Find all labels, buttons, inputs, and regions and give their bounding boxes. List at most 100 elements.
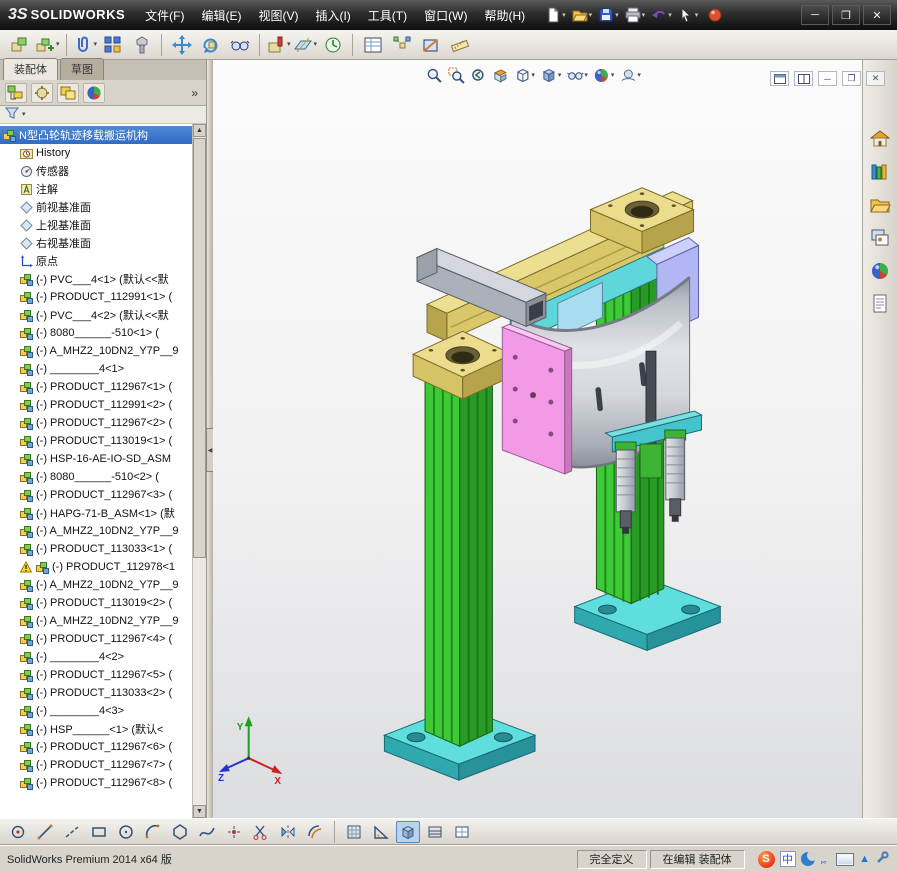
tree-item[interactable]: 传感器 <box>0 162 192 180</box>
tree-item[interactable]: (-) PRODUCT_112978<1 <box>0 558 192 576</box>
tree-item[interactable]: 上视基准面 <box>0 216 192 234</box>
smart-fasteners-button[interactable] <box>128 32 155 58</box>
appearances-scenes-icon[interactable] <box>867 258 894 284</box>
move-component-button[interactable] <box>168 32 195 58</box>
tree-item[interactable]: N型凸轮轨迹移载搬运机构 <box>0 126 192 144</box>
reference-geometry-button[interactable]: ▾ <box>293 35 317 55</box>
new-document-button[interactable]: ▾ <box>543 6 568 24</box>
tree-item[interactable]: (-) ________4<3> <box>0 702 192 720</box>
tray-up-arrow-icon[interactable]: ▲ <box>859 853 870 865</box>
view-orientation-button[interactable]: ▾ <box>512 66 536 85</box>
edit-component-button[interactable] <box>6 32 33 58</box>
arc-tool-button[interactable] <box>141 821 165 843</box>
tab-sketch[interactable]: 草图 <box>60 58 104 80</box>
menu-help[interactable]: 帮助(H) <box>476 3 533 28</box>
apply-scene-button[interactable]: ▾ <box>618 66 642 85</box>
rectangle-tool-button[interactable] <box>87 821 111 843</box>
home-tab-icon[interactable] <box>867 126 894 152</box>
line-tool-button[interactable] <box>33 821 57 843</box>
select-tool-button[interactable]: ▾ <box>676 6 701 24</box>
zoom-to-area-button[interactable] <box>446 66 465 85</box>
tree-item[interactable]: 前视基准面 <box>0 198 192 216</box>
caret-icon[interactable]: ▾ <box>22 111 26 118</box>
hide-show-items-button[interactable]: ▾ <box>565 66 589 85</box>
insert-components-button[interactable]: ▾ <box>35 35 60 55</box>
section-tool-button[interactable] <box>417 32 444 58</box>
mate-button[interactable]: ▾ <box>73 35 97 55</box>
tree-item[interactable]: History <box>0 144 192 162</box>
undo-button[interactable]: ▾ <box>649 6 674 24</box>
displaymanager-tab[interactable] <box>83 82 105 103</box>
file-explorer-icon[interactable] <box>867 192 894 218</box>
tree-item[interactable]: (-) A_MHZ2_10DN2_Y7P__9 <box>0 576 192 594</box>
tree-item[interactable]: (-) PVC___4<1> (默认<<默 <box>0 270 192 288</box>
zoom-to-fit-button[interactable] <box>424 66 443 85</box>
tree-item[interactable]: (-) PRODUCT_112967<5> ( <box>0 666 192 684</box>
tree-item[interactable]: (-) PRODUCT_112991<1> ( <box>0 288 192 306</box>
centerline-tool-button[interactable] <box>60 821 84 843</box>
menu-edit[interactable]: 编辑(E) <box>193 3 249 28</box>
model-pink-plate[interactable] <box>501 323 574 475</box>
punctuation-mode-icon[interactable]: ，。 <box>820 853 832 866</box>
tree-item[interactable]: (-) PRODUCT_112967<3> ( <box>0 486 192 504</box>
offset-entities-button[interactable] <box>303 821 327 843</box>
previous-view-button[interactable] <box>468 66 487 85</box>
tree-item[interactable]: (-) ________4<1> <box>0 360 192 378</box>
section-lines-toggle[interactable] <box>423 821 447 843</box>
tree-item[interactable]: (-) HSP______<1> (默认< <box>0 720 192 738</box>
graphics-viewport[interactable]: Y X Z ▾ ▾ ▾ ▾ ▾ <box>213 60 862 818</box>
restore-document-button[interactable]: ❐ <box>842 71 861 86</box>
spline-tool-button[interactable] <box>195 821 219 843</box>
tray-wrench-icon[interactable] <box>875 850 889 868</box>
tree-item[interactable]: (-) PRODUCT_113019<2> ( <box>0 594 192 612</box>
close-button[interactable]: ✕ <box>863 5 891 25</box>
tree-item[interactable]: (-) HAPG-71-B_ASM<1> (默 <box>0 504 192 522</box>
tree-item[interactable]: (-) PRODUCT_113033<2> ( <box>0 684 192 702</box>
tree-item[interactable]: (-) PRODUCT_112967<2> ( <box>0 414 192 432</box>
filter-funnel-icon[interactable] <box>4 107 20 122</box>
point-tool-button[interactable] <box>222 821 246 843</box>
tree-item[interactable]: (-) PRODUCT_112967<4> ( <box>0 630 192 648</box>
tree-item[interactable]: (-) PRODUCT_112967<6> ( <box>0 738 192 756</box>
tree-scrollbar[interactable]: ▲ ▼ <box>192 124 206 818</box>
split-window-icon[interactable] <box>794 71 813 86</box>
moon-mode-icon[interactable] <box>800 852 815 866</box>
tree-item[interactable]: 原点 <box>0 252 192 270</box>
tree-item[interactable]: (-) ________4<2> <box>0 648 192 666</box>
select-button[interactable] <box>6 821 30 843</box>
shaded-view-toggle[interactable] <box>396 820 420 843</box>
angle-snap-button[interactable] <box>369 821 393 843</box>
minimize-button[interactable]: ─ <box>801 5 829 25</box>
edit-appearance-button[interactable]: ▾ <box>592 66 616 85</box>
configurationmanager-tab[interactable] <box>57 82 79 103</box>
custom-properties-icon[interactable] <box>867 291 894 317</box>
sogou-logo-icon[interactable]: S <box>757 850 775 868</box>
menu-view[interactable]: 视图(V) <box>250 3 306 28</box>
close-document-button[interactable]: ✕ <box>866 71 885 86</box>
menu-tools[interactable]: 工具(T) <box>360 3 415 28</box>
save-button[interactable]: ▾ <box>596 6 621 24</box>
tree-item[interactable]: (-) PRODUCT_112967<7> ( <box>0 756 192 774</box>
assembly-features-button[interactable]: ▾ <box>266 35 291 55</box>
tree-item[interactable]: (-) PRODUCT_112967<8> ( <box>0 774 192 792</box>
exploded-view-button[interactable] <box>388 32 415 58</box>
new-window-icon[interactable] <box>770 71 789 86</box>
ime-language-icon[interactable]: 中 <box>779 851 796 867</box>
tree-item[interactable]: (-) HSP-16-AE-IO-SD_ASM <box>0 450 192 468</box>
circle-tool-button[interactable] <box>114 821 138 843</box>
restore-button[interactable]: ❐ <box>832 5 860 25</box>
panel-overflow-chevron[interactable]: » <box>188 86 201 100</box>
tree-item[interactable]: (-) A_MHZ2_10DN2_Y7P__9 <box>0 342 192 360</box>
model-left-column[interactable] <box>424 350 493 747</box>
titlebar-ball-icon[interactable] <box>708 8 722 22</box>
propertymanager-tab[interactable] <box>31 82 53 103</box>
scroll-down-icon[interactable]: ▼ <box>193 805 206 818</box>
trim-entities-button[interactable] <box>249 821 273 843</box>
menu-insert[interactable]: 插入(I) <box>307 3 358 28</box>
tree-item[interactable]: (-) PRODUCT_112967<1> ( <box>0 378 192 396</box>
bill-of-materials-button[interactable] <box>359 32 386 58</box>
tree-item[interactable]: (-) PVC___4<2> (默认<<默 <box>0 306 192 324</box>
model-canvas[interactable]: Y X Z <box>213 60 862 818</box>
open-document-button[interactable]: ▾ <box>570 6 595 24</box>
linear-component-pattern-button[interactable] <box>99 32 126 58</box>
